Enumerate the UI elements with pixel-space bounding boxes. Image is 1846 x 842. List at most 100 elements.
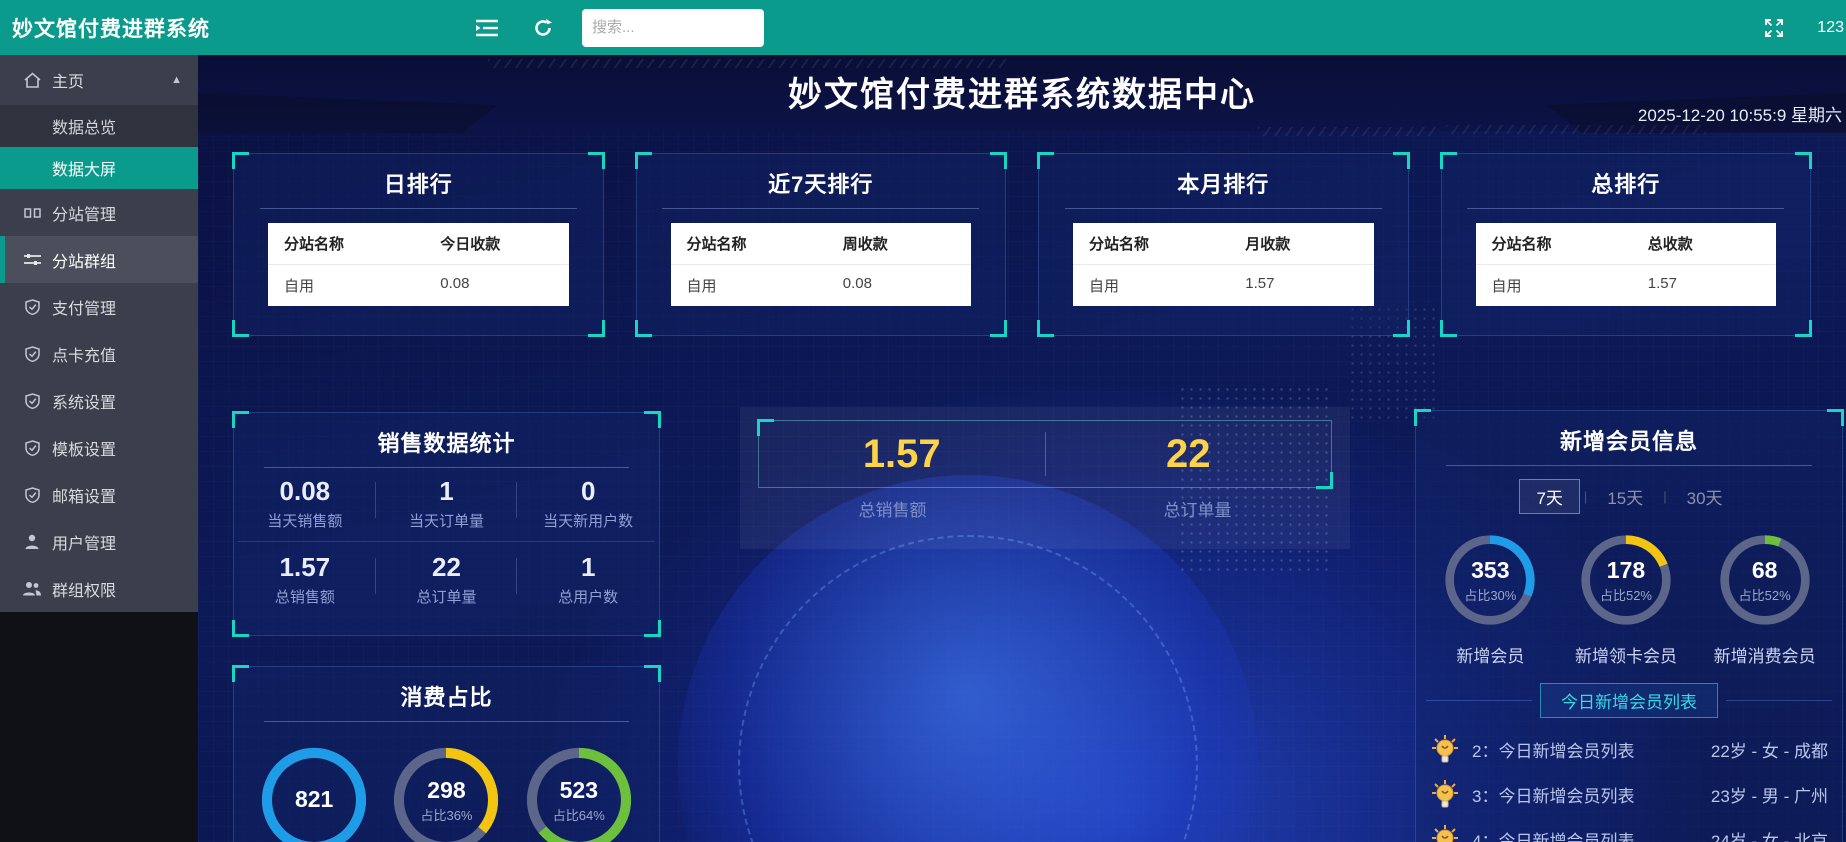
stat-today-new-users: 0 当天新用户数 (517, 468, 659, 539)
column-header: 分站名称 (1476, 223, 1632, 264)
user-icon (22, 534, 42, 549)
users-icon (22, 581, 42, 596)
windows-icon (22, 206, 42, 220)
rank-card-title: 日排行 (234, 154, 603, 199)
sidebar-item-user-manage[interactable]: 用户管理 (0, 518, 198, 565)
column-header: 周收款 (827, 223, 971, 264)
rank-table: 分站名称 月收款 自用 1.57 (1073, 223, 1374, 306)
divider (1065, 208, 1382, 209)
rank-card-week: 近7天排行 分站名称 周收款 自用 0.08 (636, 153, 1007, 336)
new-members-panel: 新增会员信息 7天 | 15天 | 30天 353占比30% 新增会员 178占… (1415, 410, 1843, 842)
data-screen: 妙文馆付费进群系统数据中心 2025-12-20 10:55:9 星期六 日排行… (198, 55, 1846, 842)
tab-15-days[interactable]: 15天 (1591, 480, 1659, 513)
shield-check-icon (22, 299, 42, 315)
sidebar-item-site-groups[interactable]: 分站群组 (0, 236, 198, 283)
today-member-list-button[interactable]: 今日新增会员列表 (1540, 683, 1718, 718)
tab-separator: | (1584, 489, 1587, 504)
site-value: 0.08 (424, 265, 568, 306)
donut-new-members: 353占比30% 新增会员 (1442, 532, 1538, 667)
divider (1467, 208, 1784, 209)
table-row: 自用 0.08 (671, 265, 972, 306)
column-header: 分站名称 (671, 223, 827, 264)
rank-card-total: 总排行 分站名称 总收款 自用 1.57 (1441, 153, 1812, 336)
sidebar-menu: 主页 ▲ 数据总览 数据大屏 分站管理 分站群组 支付管理 (0, 55, 198, 612)
divider (238, 541, 655, 542)
column-header: 分站名称 (1073, 223, 1229, 264)
shield-check-icon (22, 346, 42, 362)
donut-card-members: 178占比52% 新增领卡会员 (1575, 532, 1677, 667)
tab-30-days[interactable]: 30天 (1671, 480, 1739, 513)
dashboard-header: 妙文馆付费进群系统数据中心 2025-12-20 10:55:9 星期六 (198, 55, 1846, 131)
sales-stats-title: 销售数据统计 (234, 413, 659, 458)
site-name: 自用 (1476, 265, 1632, 306)
sidebar-item-payment[interactable]: 支付管理 (0, 283, 198, 330)
divider (1446, 465, 1812, 466)
rank-card-month: 本月排行 分站名称 月收款 自用 1.57 (1038, 153, 1409, 336)
divider (1726, 700, 1832, 701)
stat-total-sales: 1.57 总销售额 (234, 544, 376, 615)
dashboard-datetime: 2025-12-20 10:55:9 星期六 (1638, 101, 1842, 126)
sidebar-item-data-screen[interactable]: 数据大屏 (0, 147, 198, 189)
total-sales-label: 总销售额 (740, 496, 1045, 521)
stat-total-orders: 22 总订单量 (376, 544, 518, 615)
sidebar-item-label: 邮箱设置 (52, 483, 116, 507)
sidebar-item-home[interactable]: 主页 ▲ (0, 55, 198, 105)
sales-stats-panel: 销售数据统计 0.08 当天销售额 1 当天订单量 0 当天新用户数 1.57 … (233, 412, 660, 636)
divider (264, 721, 630, 722)
site-name: 自用 (1073, 265, 1229, 306)
rank-card-title: 近7天排行 (637, 154, 1006, 199)
stat-total-users: 1 总用户数 (517, 544, 659, 615)
site-value: 1.57 (1229, 265, 1373, 306)
collapse-menu-icon[interactable] (470, 11, 504, 45)
shield-check-icon (22, 393, 42, 409)
sidebar-item-label: 主页 (52, 68, 84, 92)
member-list: 2：今日新增会员列表 22岁 - 女 - 成都 3：今日新增会员列表 23岁 -… (1430, 730, 1828, 842)
rank-table: 分站名称 今日收款 自用 0.08 (268, 223, 569, 306)
sidebar-item-email-settings[interactable]: 邮箱设置 (0, 471, 198, 518)
topbar-right: 123 (1757, 11, 1846, 45)
sidebar-item-template-settings[interactable]: 模板设置 (0, 424, 198, 471)
site-name: 自用 (268, 265, 424, 306)
donut-label: 新增会员 (1456, 642, 1524, 667)
ranking-cards-row: 日排行 分站名称 今日收款 自用 0.08 近7天排行 分站名称 周收款 (233, 153, 1811, 336)
fullscreen-icon[interactable] (1757, 11, 1791, 45)
topbar: 妙文馆付费进群系统 123 (0, 0, 1846, 55)
refresh-icon[interactable] (526, 11, 560, 45)
shield-check-icon (22, 487, 42, 503)
app-title: 妙文馆付费进群系统 (0, 13, 470, 43)
member-list-header: 今日新增会员列表 (1426, 683, 1832, 718)
sidebar-item-label: 系统设置 (52, 389, 116, 413)
donut-label: 新增领卡会员 (1575, 642, 1677, 667)
sidebar-item-label: 模板设置 (52, 436, 116, 460)
sidebar-item-data-overview[interactable]: 数据总览 (0, 105, 198, 147)
divider (662, 208, 979, 209)
table-row: 自用 0.08 (268, 265, 569, 306)
sidebar-item-label: 用户管理 (52, 530, 116, 554)
site-value: 1.57 (1632, 265, 1776, 306)
donut-chart: 298占比36% (390, 744, 502, 842)
sidebar-item-group-permissions[interactable]: 群组权限 (0, 565, 198, 612)
donut-chart: 523占比64% (523, 744, 635, 842)
bulb-icon (1430, 824, 1460, 842)
sidebar-item-card-recharge[interactable]: 点卡充值 (0, 330, 198, 377)
home-icon (22, 72, 42, 88)
sidebar-item-label: 支付管理 (52, 295, 116, 319)
search-box (582, 9, 764, 47)
sidebar-item-label: 分站群组 (52, 248, 116, 272)
totals-box: 1.57 22 (758, 420, 1332, 488)
rank-table: 分站名称 总收款 自用 1.57 (1476, 223, 1777, 306)
list-item: 3：今日新增会员列表 23岁 - 男 - 广州 (1430, 775, 1828, 813)
consumption-title: 消费占比 (234, 667, 659, 712)
table-row: 自用 1.57 (1476, 265, 1777, 306)
sidebar-item-system-settings[interactable]: 系统设置 (0, 377, 198, 424)
column-header: 月收款 (1229, 223, 1373, 264)
donut-consuming-members: 68占比52% 新增消费会员 (1714, 532, 1816, 667)
tab-7-days[interactable]: 7天 (1519, 479, 1579, 514)
sidebar-item-site-manage[interactable]: 分站管理 (0, 189, 198, 236)
shield-check-icon (22, 440, 42, 456)
search-input[interactable] (592, 19, 754, 36)
username[interactable]: 123 (1817, 19, 1844, 37)
sidebar-item-label: 分站管理 (52, 201, 116, 225)
sliders-icon (22, 253, 42, 267)
column-header: 今日收款 (424, 223, 568, 264)
